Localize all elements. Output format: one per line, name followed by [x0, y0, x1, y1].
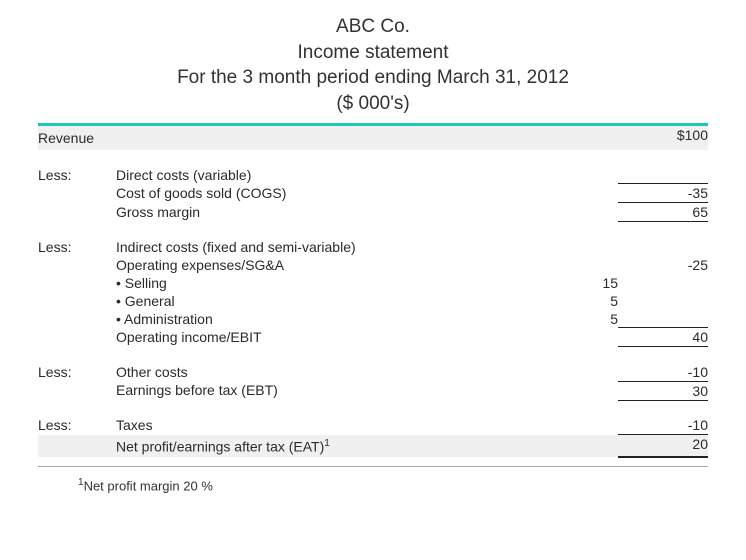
income-statement-table: Revenue $100 Less: Direct costs (variabl… — [38, 126, 708, 459]
statement-header: ABC Co. Income statement For the 3 month… — [38, 14, 708, 117]
revenue-value: $100 — [618, 126, 708, 150]
ebt-label: Earnings before tax (EBT) — [116, 381, 538, 400]
row-ebt: Earnings before tax (EBT) 30 — [38, 381, 708, 400]
statement-units: ($ 000's) — [38, 91, 708, 117]
taxes-label: Taxes — [116, 416, 538, 435]
bottom-rule — [38, 466, 708, 467]
row-other-costs: Less: Other costs -10 — [38, 363, 708, 382]
gross-margin-label: Gross margin — [116, 203, 538, 222]
opex-value: -25 — [618, 256, 708, 274]
taxes-value: -10 — [618, 416, 708, 435]
footnote-text: Net profit margin 20 % — [84, 479, 213, 494]
gross-margin-value: 65 — [618, 203, 708, 222]
row-revenue: Revenue $100 — [38, 126, 708, 150]
ebit-label: Operating income/EBIT — [116, 328, 538, 347]
row-admin: Administration 5 — [38, 310, 708, 328]
less-label-3: Less: — [38, 363, 116, 382]
row-eat: Net profit/earnings after tax (EAT)1 20 — [38, 435, 708, 458]
selling-label: Selling — [116, 275, 167, 291]
less-label-2: Less: — [38, 238, 116, 256]
row-cogs: Cost of goods sold (COGS) -35 — [38, 184, 708, 203]
cogs-value: -35 — [618, 184, 708, 203]
row-gross-margin: Gross margin 65 — [38, 203, 708, 222]
other-costs-value: -10 — [618, 363, 708, 382]
row-opex: Operating expenses/SG&A -25 — [38, 256, 708, 274]
eat-sup: 1 — [324, 438, 330, 449]
statement-period: For the 3 month period ending March 31, … — [38, 65, 708, 91]
admin-value: 5 — [538, 310, 618, 328]
general-label: General — [116, 293, 175, 309]
row-direct-costs: Less: Direct costs (variable) — [38, 166, 708, 184]
footnote: 1Net profit margin 20 % — [38, 477, 708, 493]
row-general: General 5 — [38, 292, 708, 310]
general-value: 5 — [538, 292, 618, 310]
row-selling: Selling 15 — [38, 274, 708, 292]
direct-costs-label: Direct costs (variable) — [116, 166, 538, 184]
statement-title: Income statement — [38, 40, 708, 66]
less-label-4: Less: — [38, 416, 116, 435]
row-taxes: Less: Taxes -10 — [38, 416, 708, 435]
admin-label: Administration — [116, 311, 213, 327]
eat-value: 20 — [618, 435, 708, 458]
revenue-label: Revenue — [38, 126, 116, 150]
ebit-value: 40 — [618, 328, 708, 347]
other-costs-label: Other costs — [116, 363, 538, 382]
selling-value: 15 — [538, 274, 618, 292]
company-name: ABC Co. — [38, 14, 708, 40]
ebt-value: 30 — [618, 381, 708, 400]
row-indirect-costs: Less: Indirect costs (fixed and semi-var… — [38, 238, 708, 256]
indirect-costs-label: Indirect costs (fixed and semi-variable) — [116, 238, 538, 256]
eat-label: Net profit/earnings after tax (EAT) — [116, 438, 324, 454]
cogs-label: Cost of goods sold (COGS) — [116, 184, 538, 203]
row-ebit: Operating income/EBIT 40 — [38, 328, 708, 347]
opex-label: Operating expenses/SG&A — [116, 256, 538, 274]
less-label: Less: — [38, 166, 116, 184]
